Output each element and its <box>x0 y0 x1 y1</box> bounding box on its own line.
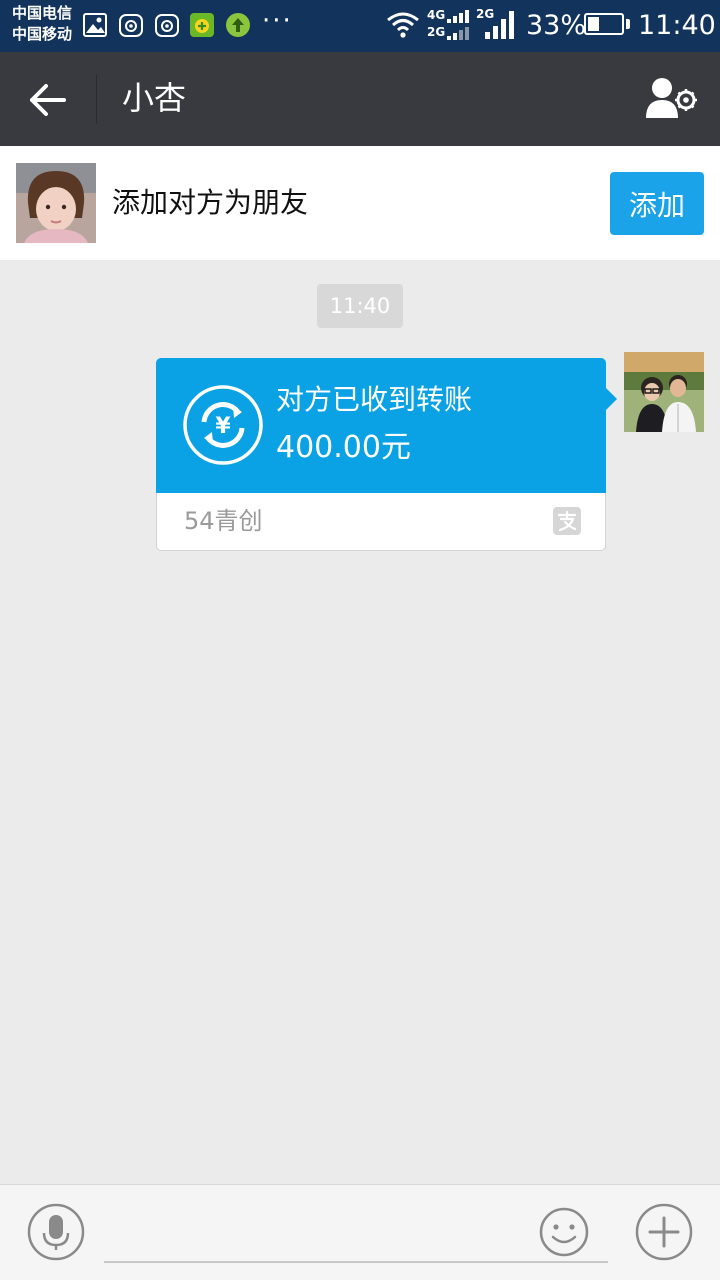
svg-text:¥: ¥ <box>215 414 231 439</box>
wifi-icon <box>387 12 419 38</box>
plus-icon[interactable] <box>635 1203 693 1261</box>
app-notification-icon <box>155 14 179 37</box>
message-input-bar <box>0 1184 720 1280</box>
dual-signal-icon <box>447 10 469 40</box>
smiley-icon[interactable] <box>539 1207 589 1257</box>
microphone-icon[interactable] <box>27 1203 85 1261</box>
transfer-amount: 400.00元 <box>276 430 411 465</box>
add-friend-button[interactable]: 添加 <box>610 172 704 235</box>
bubble-tail <box>606 388 617 410</box>
chat-title: 小杏 <box>122 79 187 117</box>
gallery-notification-icon <box>83 13 107 37</box>
battery-level-fill <box>588 17 599 31</box>
network-type-labels: 4G 2G <box>427 7 445 41</box>
contact-settings-icon[interactable] <box>640 74 700 126</box>
transfer-card-header: ¥ 对方已收到转账 400.00元 <box>156 358 606 493</box>
message-timestamp: 11:40 <box>317 284 403 328</box>
network-label-4g: 4G <box>427 8 446 22</box>
status-clock: 11:40 <box>638 10 716 41</box>
carrier-label-1: 中国电信 <box>12 4 73 22</box>
shopping-app-icon <box>190 13 214 37</box>
battery-icon <box>584 13 624 35</box>
carrier-label-2: 中国移动 <box>12 25 73 43</box>
header-divider <box>96 74 97 124</box>
add-friend-text: 添加对方为朋友 <box>112 186 309 219</box>
message-input[interactable] <box>104 1205 608 1263</box>
signal-strength-icon <box>485 11 514 39</box>
transfer-received-icon: ¥ <box>183 385 263 465</box>
transfer-card-footer: 54青创 <box>156 493 606 551</box>
app-notification-icon <box>119 14 143 37</box>
more-notifications-icon: ··· <box>262 6 293 36</box>
alipay-icon <box>553 507 581 535</box>
contact-avatar[interactable] <box>16 163 96 243</box>
battery-percent: 33% <box>526 10 587 41</box>
transfer-source: 54青创 <box>184 507 263 535</box>
transfer-message-card[interactable]: ¥ 对方已收到转账 400.00元 54青创 <box>156 358 617 551</box>
transfer-status: 对方已收到转账 <box>276 383 473 416</box>
my-avatar[interactable] <box>624 352 704 432</box>
upload-icon <box>226 13 250 37</box>
battery-tip <box>626 19 630 29</box>
add-friend-bar: 添加对方为朋友 添加 <box>0 146 720 260</box>
chat-header: 小杏 <box>0 52 720 146</box>
carrier-labels: 中国电信 中国移动 <box>12 3 72 45</box>
back-button[interactable] <box>22 74 74 126</box>
network-label-2g: 2G <box>427 25 446 39</box>
status-bar: 中国电信 中国移动 ··· 4G 2G 2G 33% 11:40 <box>0 0 720 52</box>
